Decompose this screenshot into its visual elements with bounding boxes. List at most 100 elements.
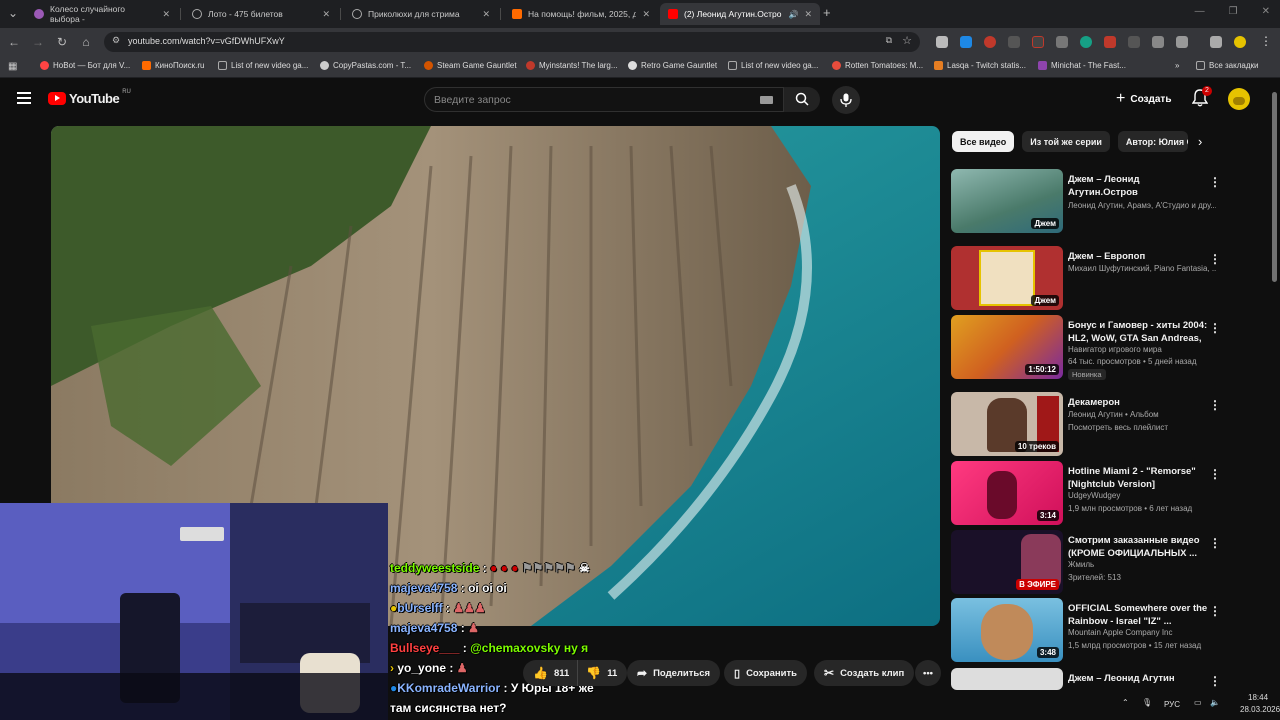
bookmark-item[interactable]: Lasqa - Twitch statis...	[934, 61, 1026, 70]
close-icon[interactable]: ✕	[804, 9, 812, 20]
close-icon[interactable]: ✕	[642, 9, 650, 20]
keyboard-icon[interactable]	[760, 96, 773, 104]
bookmark-item[interactable]: Rotten Tomatoes: M...	[832, 61, 923, 70]
close-window-icon[interactable]: ✕	[1262, 6, 1270, 17]
close-icon[interactable]: ✕	[482, 9, 490, 20]
more-vertical-icon[interactable]: ⋮	[1209, 398, 1221, 412]
more-vertical-icon[interactable]: ⋮	[1209, 536, 1221, 550]
tray-chevron-icon[interactable]: ⌃	[1122, 698, 1129, 707]
all-bookmarks[interactable]: Все закладки	[1196, 61, 1258, 70]
bookmark-item[interactable]: HoBot — Бот для V...	[40, 61, 130, 70]
site-info-icon[interactable]: ⚙	[112, 35, 120, 46]
more-vertical-icon[interactable]: ⋮	[1209, 674, 1221, 688]
recommendation-item[interactable]: Джем Джем – Европоп Михаил Шуфутинский, …	[951, 246, 1221, 310]
bookmark-item[interactable]: CopyPastas.com - T...	[320, 61, 411, 70]
notifications-button[interactable]: 2	[1191, 86, 1212, 109]
tab-kinopoisk[interactable]: На помощь! фильм, 2025, дат ✕	[504, 3, 658, 25]
video-thumbnail[interactable]: В ЭФИРЕ	[951, 530, 1063, 594]
extension-icon[interactable]	[1152, 36, 1164, 48]
playlist-thumbnail[interactable]: 10 треков	[951, 392, 1063, 456]
recommendation-item[interactable]: 3:14 Hotline Miami 2 - "Remorse" [Nightc…	[951, 461, 1221, 525]
youtube-logo[interactable]: YouTube RU	[48, 89, 131, 106]
recommendation-item[interactable]: 3:48 OFFICIAL Somewhere over the Rainbow…	[951, 598, 1221, 662]
bookmark-item[interactable]: List of new video ga...	[218, 61, 308, 70]
account-avatar[interactable]	[1228, 88, 1250, 110]
close-icon[interactable]: ✕	[162, 9, 170, 20]
tab-stream-jokes[interactable]: Приколюхи для стрима ✕	[344, 3, 498, 25]
more-actions-button[interactable]: •••	[915, 660, 941, 686]
recommendation-item[interactable]: 1:50:12 Бонус и Гамовер - хиты 2004: HL2…	[951, 315, 1221, 380]
extension-icon[interactable]	[1128, 36, 1140, 48]
recommendation-item[interactable]: Джем – Леонид Агутин ⋮	[951, 668, 1221, 690]
extension-icon[interactable]	[1032, 36, 1044, 48]
recommendation-item[interactable]: В ЭФИРЕ Смотрим заказанные видео (КРОМЕ …	[951, 530, 1221, 594]
language-indicator[interactable]: РУС	[1164, 700, 1180, 709]
more-vertical-icon[interactable]: ⋮	[1209, 467, 1221, 481]
recommendation-item[interactable]: Джем Джем – Леонид Агутин.Остров Леонид …	[951, 169, 1221, 233]
microphone-tray-icon[interactable]: 🎙	[1142, 698, 1152, 707]
video-title[interactable]: Смотрим заказанные видео (КРОМЕ ОФИЦИАЛЬ…	[1068, 534, 1210, 560]
reload-icon[interactable]: ↻	[55, 35, 69, 49]
bookmark-star-icon[interactable]: ☆	[902, 34, 912, 47]
chip-same-series[interactable]: Из той же серии	[1022, 131, 1110, 152]
more-vertical-icon[interactable]: ⋮	[1209, 604, 1221, 618]
bookmarks-overflow-icon[interactable]: »	[1175, 61, 1179, 70]
video-title[interactable]: Джем – Леонид Агутин	[1068, 672, 1210, 685]
chevron-right-icon[interactable]: ›	[1198, 134, 1202, 149]
extension-icon[interactable]	[1008, 36, 1020, 48]
view-playlist-link[interactable]: Посмотреть весь плейлист	[1068, 423, 1216, 432]
search-input[interactable]: Введите запрос	[424, 87, 784, 112]
minimize-icon[interactable]: —	[1195, 6, 1205, 17]
recommendation-item[interactable]: 10 треков Декамерон Леонид Агутин • Альб…	[951, 392, 1221, 456]
extension-icon[interactable]	[1056, 36, 1068, 48]
speaker-icon[interactable]: 🔊	[788, 10, 798, 19]
more-vertical-icon[interactable]: ⋮	[1209, 252, 1221, 266]
extension-icon[interactable]	[1080, 36, 1092, 48]
bookmark-item[interactable]: List of new video ga...	[728, 61, 818, 70]
page-scrollbar[interactable]	[1272, 92, 1277, 282]
video-title[interactable]: Бонус и Гамовер - хиты 2004: HL2, WoW, G…	[1068, 319, 1210, 345]
chip-author[interactable]: Автор: Юлия С	[1117, 131, 1188, 152]
tab-loto[interactable]: Лото - 475 билетов ✕	[184, 3, 338, 25]
bookmark-item[interactable]: Minichat - The Fast...	[1038, 61, 1126, 70]
create-clip-button[interactable]: ✂ Создать клип	[814, 660, 915, 686]
chip-all-videos[interactable]: Все видео	[952, 131, 1015, 152]
browser-menu-icon[interactable]: ⋮	[1260, 34, 1272, 48]
video-thumbnail[interactable]: Джем	[951, 246, 1063, 310]
hamburger-menu-icon[interactable]	[17, 92, 31, 104]
extension-icon[interactable]	[936, 36, 948, 48]
volume-icon[interactable]: 🔈	[1210, 698, 1220, 707]
address-bar[interactable]: ⚙ youtube.com/watch?v=vGfDWhUFXwY ⧉ ☆	[104, 32, 920, 52]
home-icon[interactable]: ⌂	[79, 35, 93, 49]
apps-icon[interactable]: ▦	[8, 61, 17, 72]
restore-icon[interactable]: ❐	[1229, 6, 1238, 17]
video-thumbnail[interactable]: Джем	[951, 169, 1063, 233]
bookmark-item[interactable]: Myinstants! The larg...	[526, 61, 618, 70]
extension-icon[interactable]	[984, 36, 996, 48]
create-button[interactable]: + Создать	[1110, 87, 1180, 111]
search-button[interactable]	[784, 87, 820, 112]
more-vertical-icon[interactable]: ⋮	[1209, 175, 1221, 189]
profile-avatar-icon[interactable]	[1234, 36, 1246, 48]
video-title[interactable]: Декамерон	[1068, 396, 1210, 409]
extension-icon[interactable]	[1104, 36, 1116, 48]
extension-icon[interactable]	[960, 36, 972, 48]
media-icon[interactable]	[1210, 36, 1222, 48]
clock-time[interactable]: 18:44	[1248, 693, 1268, 702]
tab-youtube[interactable]: (2) Леонид Агутин.Остров 🔊 ✕	[660, 3, 820, 25]
video-thumbnail[interactable]: 1:50:12	[951, 315, 1063, 379]
voice-search-button[interactable]	[832, 86, 860, 114]
video-title[interactable]: Джем – Европоп	[1068, 250, 1210, 263]
bookmark-item[interactable]: КиноПоиск.ru	[142, 61, 205, 70]
video-title[interactable]: OFFICIAL Somewhere over the Rainbow - Is…	[1068, 602, 1210, 628]
bookmark-item[interactable]: Steam Game Gauntlet	[424, 61, 517, 70]
like-button[interactable]: 👍 811	[523, 660, 578, 686]
video-thumbnail[interactable]: 3:48	[951, 598, 1063, 662]
clock-date[interactable]: 28.03.2026	[1240, 705, 1280, 714]
bookmark-item[interactable]: Retro Game Gauntlet	[628, 61, 717, 70]
video-title[interactable]: Джем – Леонид Агутин.Остров	[1068, 173, 1210, 199]
more-vertical-icon[interactable]: ⋮	[1209, 321, 1221, 335]
video-thumbnail[interactable]	[951, 668, 1063, 690]
tab-wheel[interactable]: Колесо случайного выбора - ✕	[26, 3, 178, 25]
forward-icon[interactable]: →	[31, 35, 45, 49]
